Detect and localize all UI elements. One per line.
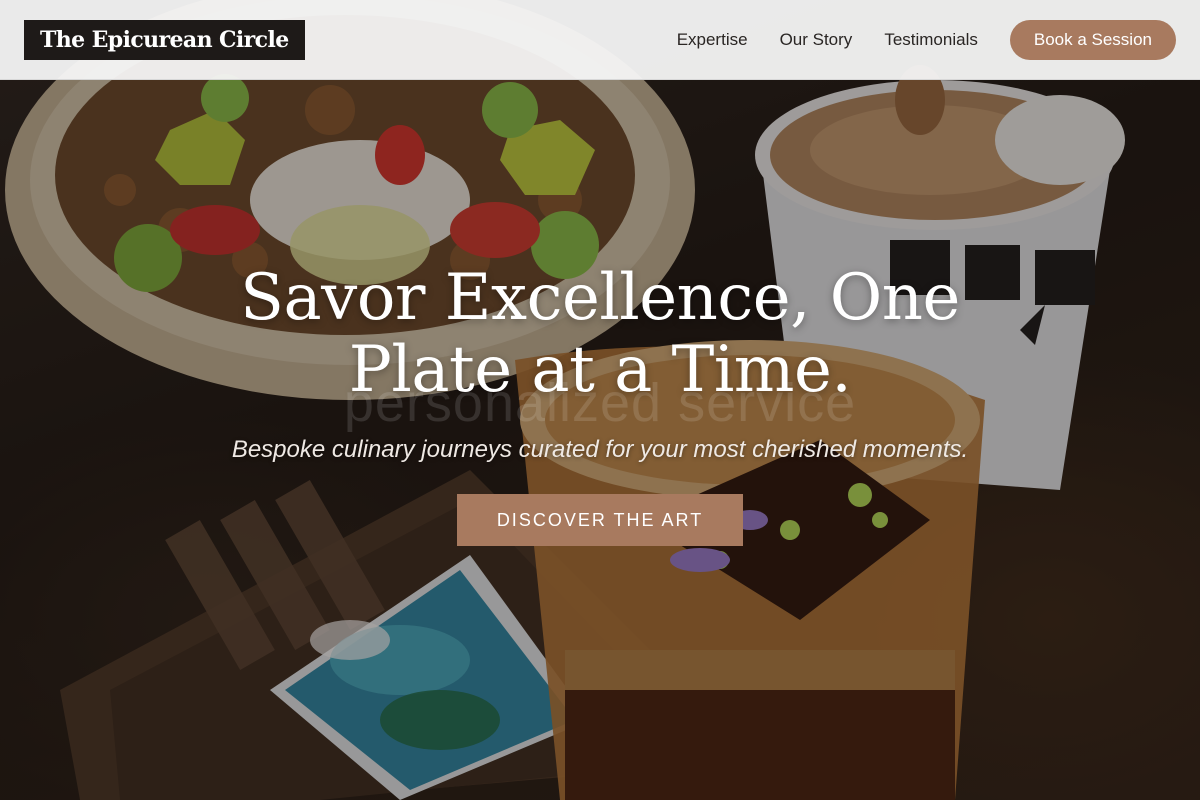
nav-link-our-story[interactable]: Our Story [780, 30, 853, 50]
brand-logo[interactable]: The Epicurean Circle [24, 19, 305, 60]
hero-title: Savor Excellence, One Plate at a Time. [0, 262, 1200, 406]
main-nav: Expertise Our Story Testimonials Book a … [677, 19, 1176, 60]
nav-link-testimonials[interactable]: Testimonials [884, 30, 978, 50]
hero-title-line-2: Plate at a Time. [348, 333, 852, 407]
hero-content: Savor Excellence, One Plate at a Time. B… [0, 262, 1200, 546]
hero-title-line-1: Savor Excellence, One [240, 261, 960, 335]
discover-the-art-button[interactable]: DISCOVER THE ART [456, 494, 744, 546]
top-navbar: The Epicurean Circle Expertise Our Story… [0, 0, 1200, 80]
book-session-button[interactable]: Book a Session [1009, 19, 1176, 60]
nav-link-expertise[interactable]: Expertise [677, 30, 748, 50]
hero-subtitle: Bespoke culinary journeys curated for yo… [231, 436, 969, 463]
